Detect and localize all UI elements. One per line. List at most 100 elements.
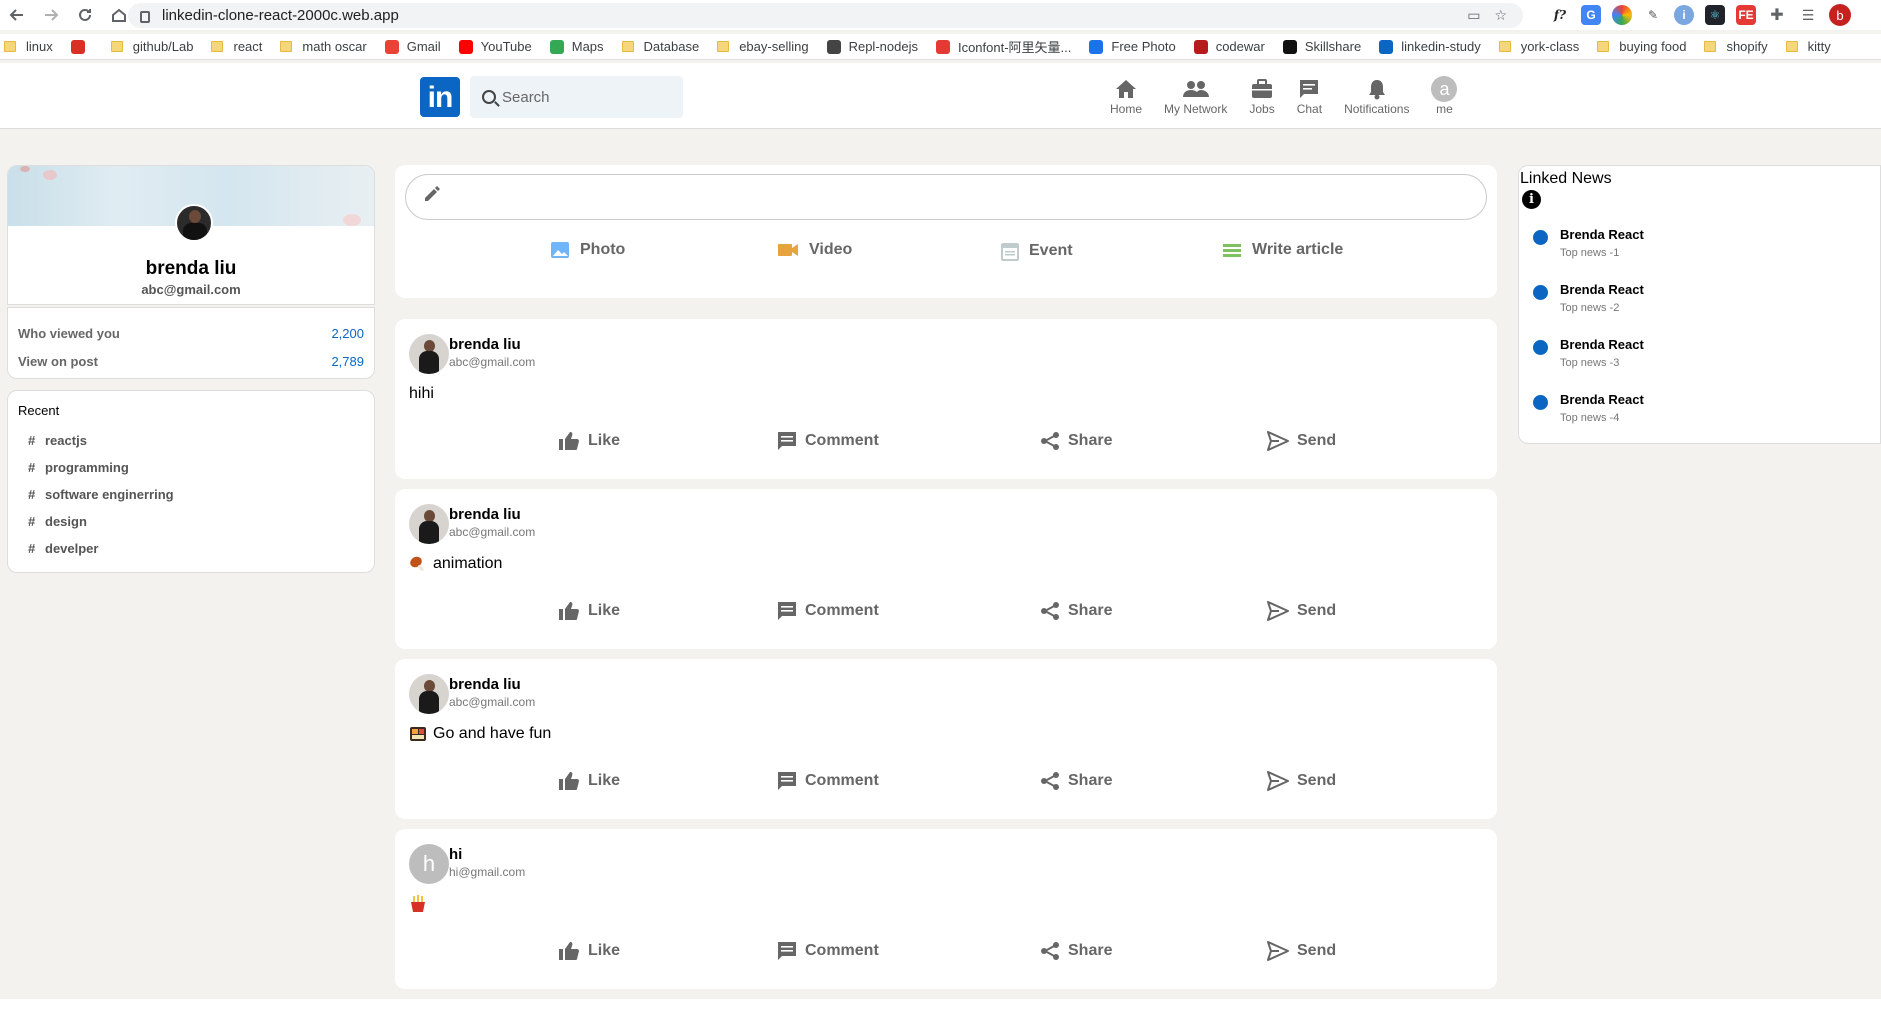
fe-extension-icon[interactable]: FE	[1736, 5, 1756, 25]
bookmark-item[interactable]	[70, 39, 93, 54]
comment-icon	[777, 431, 797, 451]
share-button[interactable]: Share	[1040, 601, 1112, 621]
photo-label: Photo	[580, 241, 626, 258]
bookmark-item[interactable]: ebay-selling	[717, 39, 809, 54]
recent-title: Recent	[18, 403, 60, 418]
reading-list-icon[interactable]: ☰	[1798, 5, 1818, 25]
stat-row-post-views[interactable]: View on post 2,789	[18, 354, 364, 369]
write-article-button[interactable]: Write article	[1222, 241, 1343, 259]
comment-button[interactable]: Comment	[777, 771, 879, 791]
like-button[interactable]: Like	[558, 941, 620, 961]
bookmark-item[interactable]: buying food	[1597, 39, 1686, 54]
bookmark-item[interactable]: Iconfont-阿里矢量...	[935, 37, 1071, 56]
bookmark-item[interactable]: YouTube	[458, 39, 532, 54]
ocr-extension-icon[interactable]: i	[1674, 5, 1694, 25]
post-email: abc@gmail.com	[449, 355, 536, 369]
photo-button[interactable]: Photo	[550, 241, 625, 259]
post-composer: Photo Video Event Write article	[395, 165, 1497, 298]
bookmark-item[interactable]: Maps	[549, 39, 604, 54]
like-button[interactable]: Like	[558, 771, 620, 791]
avatar[interactable]	[409, 674, 449, 714]
news-item[interactable]: Brenda React Top news -2	[1533, 282, 1644, 314]
avatar[interactable]	[175, 204, 213, 242]
puzzle-extensions-icon[interactable]: ✚	[1767, 5, 1787, 25]
bookmark-item[interactable]: Gmail	[384, 39, 441, 54]
bookmark-item[interactable]: react	[211, 39, 262, 54]
bookmark-item[interactable]: linux	[4, 39, 53, 54]
send-button[interactable]: Send	[1267, 431, 1336, 451]
favicon-icon	[70, 39, 85, 54]
profile-email: abc@gmail.com	[141, 282, 241, 297]
bookmark-item[interactable]: shopify	[1704, 39, 1768, 54]
eyedropper-extension-icon[interactable]: ✎	[1643, 5, 1663, 25]
recent-item[interactable]: # programming	[18, 460, 364, 475]
search-input[interactable]	[502, 88, 662, 106]
post-author[interactable]: brenda liu	[449, 336, 535, 353]
nav-my-network-label: My Network	[1164, 102, 1228, 116]
news-item[interactable]: Brenda React Top news -4	[1533, 392, 1644, 424]
send-button[interactable]: Send	[1267, 771, 1336, 791]
info-icon[interactable]: i	[1522, 190, 1541, 209]
recent-item[interactable]: # develper	[18, 541, 364, 556]
recent-item[interactable]: # software enginerring	[18, 487, 364, 502]
bookmark-star-icon[interactable]: ☆	[1494, 7, 1507, 24]
bookmark-item[interactable]: Repl-nodejs	[826, 39, 918, 54]
like-button[interactable]: Like	[558, 601, 620, 621]
recent-item[interactable]: # reactjs	[18, 433, 364, 448]
address-bar[interactable]: linkedin-clone-react-2000c.web.app ▭ ☆	[128, 3, 1523, 28]
bookmark-item[interactable]: linkedin-study	[1379, 39, 1481, 54]
color-extension-icon[interactable]	[1612, 5, 1632, 25]
search-box[interactable]	[470, 76, 683, 118]
bookmark-item[interactable]: kitty	[1785, 39, 1831, 54]
bookmark-item[interactable]: codewar	[1193, 39, 1265, 54]
bookmark-item[interactable]: Database	[621, 39, 699, 54]
bookmark-item[interactable]: Free Photo	[1089, 39, 1176, 54]
bookmark-item[interactable]: york-class	[1498, 39, 1579, 54]
share-label: Share	[1068, 942, 1113, 959]
avatar[interactable]	[409, 504, 449, 544]
event-button[interactable]: Event	[1001, 241, 1073, 261]
send-button[interactable]: Send	[1267, 601, 1336, 621]
back-icon[interactable]	[0, 0, 34, 30]
post-author[interactable]: hi	[449, 846, 525, 863]
stat-label: View on post	[18, 354, 98, 369]
reload-icon[interactable]	[68, 0, 102, 30]
bookmark-item[interactable]: Skillshare	[1282, 39, 1361, 54]
translate-extension-icon[interactable]: G	[1581, 5, 1601, 25]
send-button[interactable]: Send	[1267, 941, 1336, 961]
post-author[interactable]: brenda liu	[449, 676, 535, 693]
nav-home[interactable]: Home	[1110, 76, 1142, 116]
nav-notifications[interactable]: Notifications	[1344, 76, 1409, 116]
share-button[interactable]: Share	[1040, 941, 1112, 961]
forward-icon[interactable]	[34, 0, 68, 30]
avatar[interactable]: h	[409, 844, 449, 884]
formula-extension-icon[interactable]: f?	[1550, 5, 1570, 25]
bookmark-item[interactable]: github/Lab	[110, 39, 193, 54]
linkedin-logo[interactable]: in	[420, 77, 460, 117]
news-item[interactable]: Brenda React Top news -3	[1533, 337, 1644, 369]
video-button[interactable]: Video	[777, 241, 852, 259]
avatar[interactable]	[409, 334, 449, 374]
post-author[interactable]: brenda liu	[449, 506, 535, 523]
post-input[interactable]	[405, 174, 1487, 220]
stat-row-viewers[interactable]: Who viewed you 2,200	[18, 326, 364, 341]
comment-button[interactable]: Comment	[777, 431, 879, 451]
nav-my-network[interactable]: My Network	[1164, 76, 1227, 116]
news-item[interactable]: Brenda React Top news -1	[1533, 227, 1644, 259]
recent-item[interactable]: # design	[18, 514, 364, 529]
install-app-icon[interactable]: ▭	[1467, 7, 1480, 24]
like-button[interactable]: Like	[558, 431, 620, 451]
bookmark-item[interactable]: math oscar	[280, 39, 367, 54]
nav-me[interactable]: a me	[1431, 76, 1458, 116]
react-devtools-icon[interactable]: ⚛	[1705, 5, 1725, 25]
comment-button[interactable]: Comment	[777, 601, 879, 621]
post-card: brenda liu abc@gmail.com animation Like Comm…	[395, 489, 1497, 649]
news-bullet-icon	[1533, 340, 1548, 355]
browser-profile-avatar[interactable]: b	[1829, 4, 1851, 26]
comment-button[interactable]: Comment	[777, 941, 879, 961]
nav-chat[interactable]: Chat	[1297, 76, 1322, 116]
nav-jobs[interactable]: Jobs	[1249, 76, 1275, 116]
bookmark-label: buying food	[1619, 39, 1687, 54]
share-button[interactable]: Share	[1040, 431, 1112, 451]
share-button[interactable]: Share	[1040, 771, 1112, 791]
